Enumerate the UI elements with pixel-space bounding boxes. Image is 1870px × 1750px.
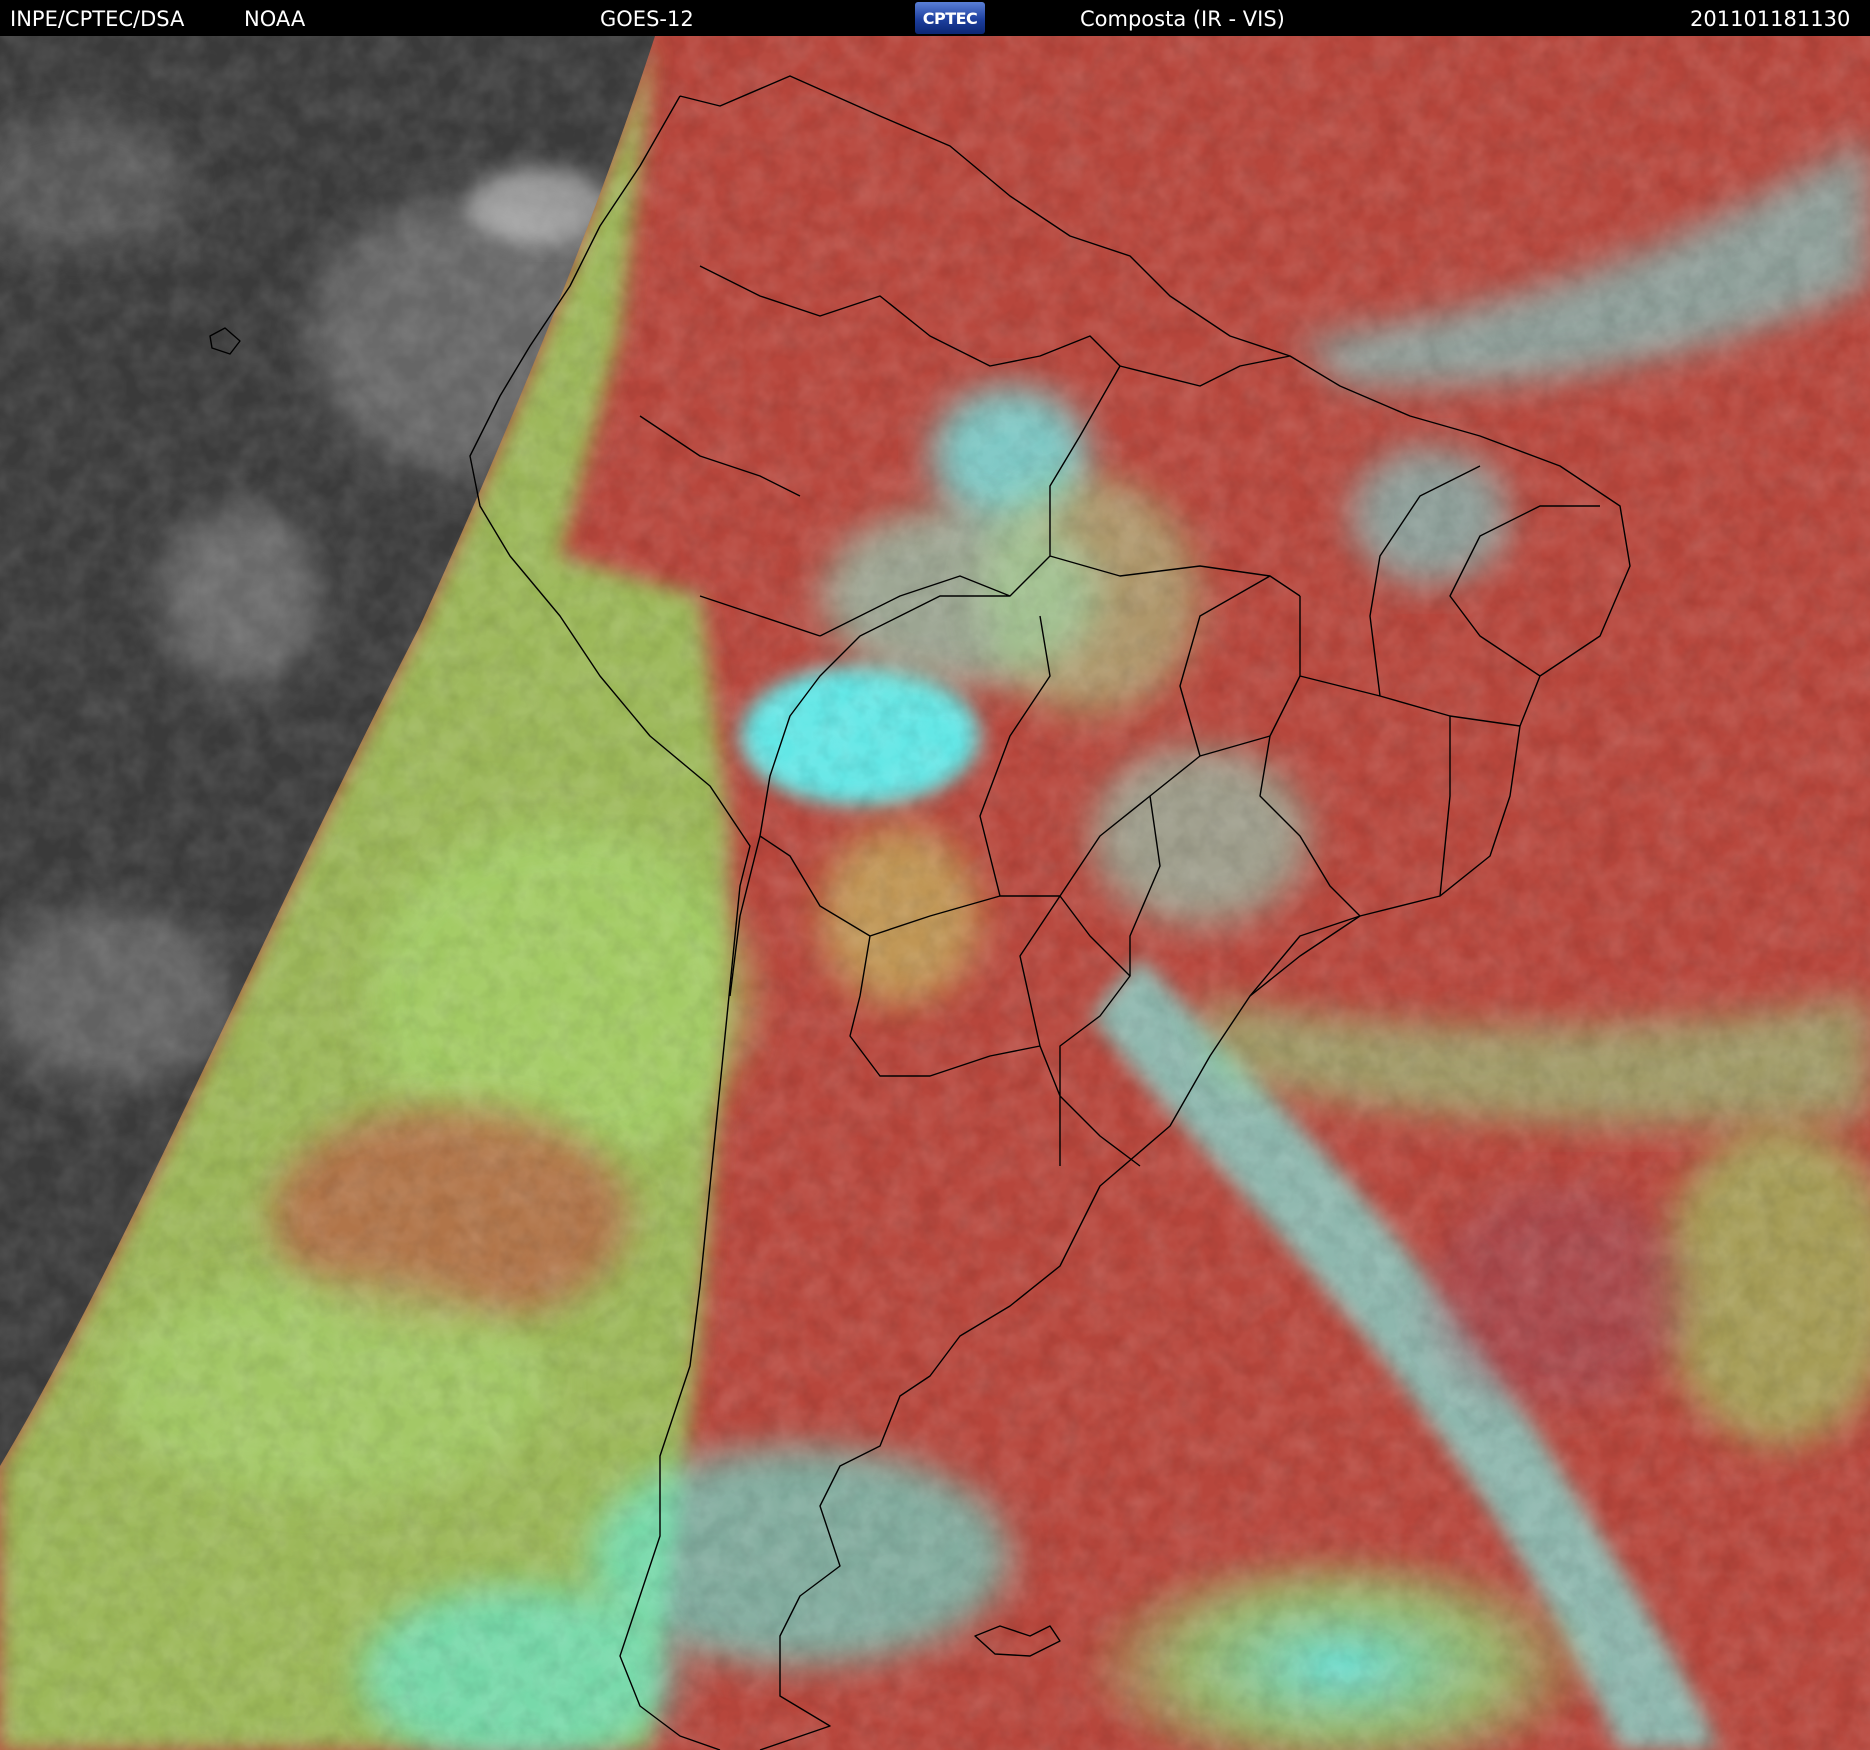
product-label: Composta (IR - VIS)	[1080, 7, 1285, 31]
institution-label: INPE/CPTEC/DSA	[10, 7, 185, 31]
agency-label: NOAA	[244, 7, 306, 31]
cptec-logo: CPTEC	[915, 2, 985, 34]
image-header: INPE/CPTEC/DSA NOAA GOES-12 CPTEC Compos…	[0, 0, 1870, 36]
timestamp-label: 201101181130	[1690, 7, 1851, 31]
satellite-map	[0, 36, 1870, 1750]
satellite-label: GOES-12	[600, 7, 694, 31]
